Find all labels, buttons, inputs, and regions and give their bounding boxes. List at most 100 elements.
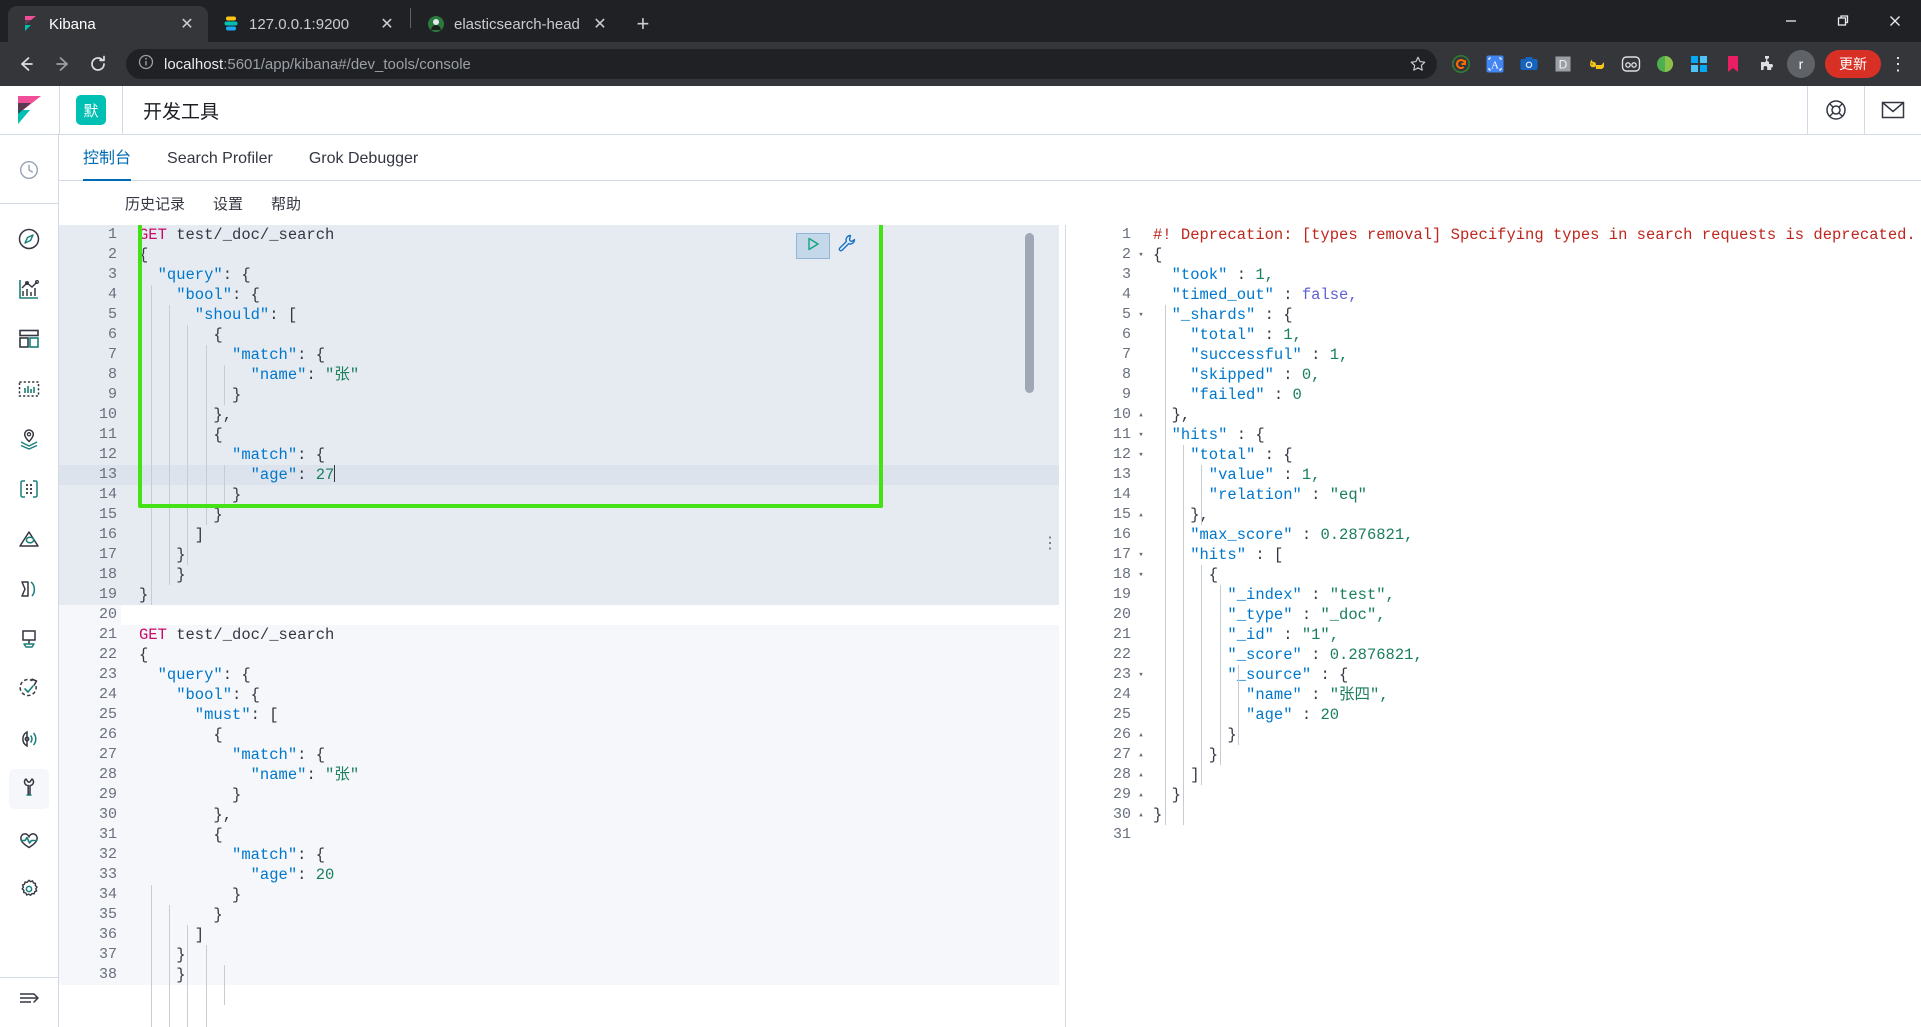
minimize-icon[interactable] <box>1765 0 1817 42</box>
code-line[interactable]: 28 "name": "张" <box>59 765 1059 785</box>
downloader-extension-icon[interactable]: D <box>1551 52 1575 76</box>
management-gear-icon[interactable] <box>9 869 49 909</box>
browser-tab-kibana[interactable]: Kibana ✕ <box>8 6 208 42</box>
apm-icon[interactable] <box>9 619 49 659</box>
editor-context-menu-icon[interactable]: ⋮ <box>1042 536 1058 552</box>
send-request-button[interactable] <box>796 233 830 259</box>
code-line[interactable]: 19▴} <box>59 585 1059 605</box>
close-icon[interactable]: ✕ <box>176 13 198 35</box>
color-extension-icon[interactable] <box>1653 52 1677 76</box>
sidebar-collapse-button[interactable] <box>0 977 59 1027</box>
code-line[interactable]: 9▴ } <box>59 385 1059 405</box>
code-line[interactable]: 31▾ { <box>59 825 1059 845</box>
code-line[interactable]: 22▾{ <box>59 645 1059 665</box>
cat-extension-icon[interactable] <box>1585 52 1609 76</box>
code-line[interactable]: 23▾ "query": { <box>59 665 1059 685</box>
editor-scrollbar[interactable] <box>1025 233 1034 393</box>
settings-button[interactable]: 设置 <box>213 193 243 214</box>
sidebar-item-dev-tools[interactable] <box>9 769 49 809</box>
code-line[interactable]: 13 "age": 27 <box>59 465 1059 485</box>
code-line[interactable]: 15▴ } <box>59 505 1059 525</box>
code-line[interactable]: 1 GET test/_doc/_search <box>59 225 1059 245</box>
puzzle-extensions-icon[interactable] <box>1755 52 1779 76</box>
code-line[interactable]: 7▾ "match": { <box>59 345 1059 365</box>
forward-button[interactable] <box>46 48 78 80</box>
code-line[interactable]: 8 "name": "张" <box>59 365 1059 385</box>
code-line[interactable]: 27▾ "match": { <box>59 745 1059 765</box>
recently-viewed-icon[interactable] <box>9 150 49 190</box>
space-avatar[interactable]: 默 <box>76 95 106 125</box>
logs-icon[interactable] <box>9 569 49 609</box>
infrastructure-icon[interactable] <box>9 519 49 559</box>
code-line[interactable]: 30▴ }, <box>59 805 1059 825</box>
code-line[interactable]: 5▾ "should": [ <box>59 305 1059 325</box>
star-icon[interactable] <box>1405 51 1431 77</box>
request-editor[interactable]: 1GET test/_doc/_search2▾{3▾ "query": {4▾… <box>59 225 1059 1027</box>
tab-grok-debugger[interactable]: Grok Debugger <box>291 150 436 180</box>
code-line[interactable]: 37▴ } <box>59 945 1059 965</box>
update-button[interactable]: 更新 <box>1825 50 1881 78</box>
request-options-button[interactable] <box>834 233 860 259</box>
machine-learning-icon[interactable] <box>9 469 49 509</box>
tab-console[interactable]: 控制台 <box>65 144 149 181</box>
help-button[interactable]: 帮助 <box>271 193 301 214</box>
tab-search-profiler[interactable]: Search Profiler <box>149 150 291 180</box>
code-line[interactable]: 3▾ "query": { <box>59 265 1059 285</box>
mail-icon[interactable] <box>1865 86 1921 135</box>
new-tab-button[interactable]: + <box>627 8 659 40</box>
code-line[interactable]: 32▾ "match": { <box>59 845 1059 865</box>
browser-tab-elasticsearch[interactable]: 127.0.0.1:9200 ✕ <box>208 6 408 42</box>
code-line[interactable]: 10▴ }, <box>59 405 1059 425</box>
kibana-logo-icon[interactable] <box>0 95 59 125</box>
reload-button[interactable] <box>82 48 114 80</box>
code-line[interactable]: 25▾ "must": [ <box>59 705 1059 725</box>
close-icon[interactable]: ✕ <box>376 13 398 35</box>
monitoring-pulse-icon[interactable] <box>9 819 49 859</box>
code-line[interactable]: 21 GET test/_doc/_search <box>59 625 1059 645</box>
dashboard-grid-icon[interactable] <box>9 319 49 359</box>
close-window-icon[interactable] <box>1869 0 1921 42</box>
code-line[interactable]: 6▾ { <box>59 325 1059 345</box>
code-line[interactable]: 36▴ ] <box>59 925 1059 945</box>
translate-extension-icon[interactable]: A <box>1483 52 1507 76</box>
code-line[interactable]: 11▾ { <box>59 425 1059 445</box>
panda-extension-icon[interactable] <box>1619 52 1643 76</box>
maximize-icon[interactable] <box>1817 0 1869 42</box>
code-line[interactable]: 2▾{ <box>59 245 1059 265</box>
console-pane-resizer[interactable] <box>1059 225 1073 1027</box>
visualize-chart-icon[interactable] <box>9 269 49 309</box>
screenshot-extension-icon[interactable] <box>1517 52 1541 76</box>
code-line[interactable]: 34▴ } <box>59 885 1059 905</box>
code-line[interactable]: 24▾ "bool": { <box>59 685 1059 705</box>
back-button[interactable] <box>10 48 42 80</box>
profile-avatar[interactable]: r <box>1787 50 1815 78</box>
uptime-icon[interactable] <box>9 669 49 709</box>
browser-tab-es-head[interactable]: elasticsearch-head ✕ <box>413 6 621 42</box>
code-line[interactable]: 4▾ "bool": { <box>59 285 1059 305</box>
bookmark-extension-icon[interactable] <box>1721 52 1745 76</box>
info-circle-icon[interactable] <box>138 54 154 74</box>
code-line[interactable]: 26▾ { <box>59 725 1059 745</box>
history-button[interactable]: 历史记录 <box>125 193 185 214</box>
siem-icon[interactable] <box>9 719 49 759</box>
code-line[interactable]: 20 <box>59 605 1059 625</box>
help-ring-icon[interactable] <box>1808 86 1864 135</box>
code-line[interactable]: 33 "age": 20 <box>59 865 1059 885</box>
code-line[interactable]: 29▴ } <box>59 785 1059 805</box>
response-output[interactable]: 1 #! Deprecation: [types removal] Specify… <box>1073 225 1921 1027</box>
code-line[interactable]: 18▴ } <box>59 565 1059 585</box>
address-bar[interactable]: localhost:5601/app/kibana#/dev_tools/con… <box>126 49 1437 79</box>
canvas-icon[interactable] <box>9 369 49 409</box>
request-editor-lines[interactable]: 1GET test/_doc/_search2▾{3▾ "query": {4▾… <box>59 225 1059 1027</box>
code-line[interactable]: 35▴ } <box>59 905 1059 925</box>
code-line[interactable]: 12▾ "match": { <box>59 445 1059 465</box>
code-line[interactable]: 38▴ } <box>59 965 1059 985</box>
discover-compass-icon[interactable] <box>9 219 49 259</box>
kebab-menu-icon[interactable]: ⋮ <box>1885 54 1911 75</box>
maps-pin-icon[interactable] <box>9 419 49 459</box>
code-line[interactable]: 16▴ ] <box>59 525 1059 545</box>
code-line[interactable]: 14▴ } <box>59 485 1059 505</box>
close-icon[interactable]: ✕ <box>589 13 611 35</box>
code-line[interactable]: 17▴ } <box>59 545 1059 565</box>
grid-extension-icon[interactable] <box>1687 52 1711 76</box>
